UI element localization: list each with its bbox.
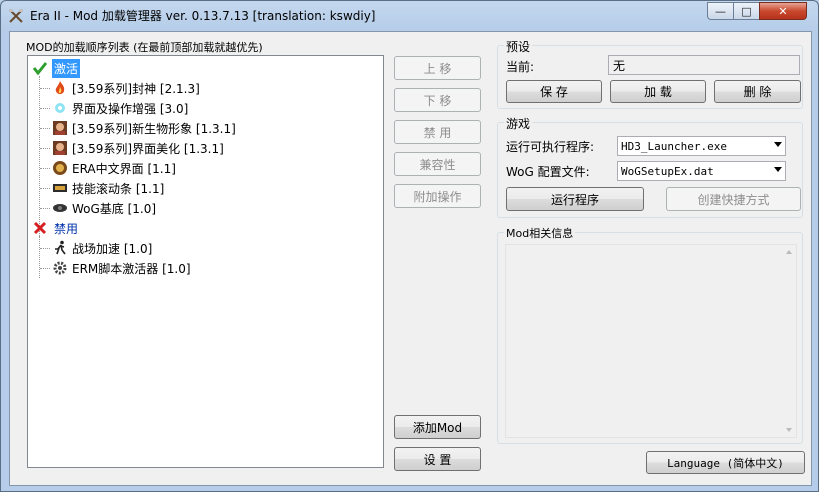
tree-connector <box>40 248 50 249</box>
game-title: 游戏 <box>504 115 533 132</box>
mod-list-item[interactable]: [3.59系列]界面美化 [1.3.1] <box>52 139 224 157</box>
preset-title: 预设 <box>504 38 533 55</box>
gear-icon <box>52 260 68 276</box>
mod-list-item[interactable]: 界面及操作增强 [3.0] <box>52 99 188 117</box>
language-button[interactable]: Language (简体中文) <box>646 451 805 474</box>
shield-icon <box>52 160 68 176</box>
mod-list-item-label: [3.59系列]新生物形象 [1.3.1] <box>72 121 236 136</box>
app-icon <box>9 9 23 23</box>
mod-list-item-label: ERM脚本激活器 [1.0] <box>72 261 191 276</box>
extra-actions-button[interactable]: 附加操作 <box>394 184 481 208</box>
run-program-button[interactable]: 运行程序 <box>506 187 644 211</box>
main-window: Era II - Mod 加载管理器 ver. 0.13.7.13 [trans… <box>0 0 819 492</box>
exe-select[interactable]: HD3_Launcher.exe <box>617 136 786 156</box>
mod-list-item[interactable]: WoG基底 [1.0] <box>52 199 156 217</box>
flame-icon <box>52 80 68 96</box>
mod-list-item[interactable]: 技能滚动条 [1.1] <box>52 179 164 197</box>
mod-list-item[interactable]: ERM脚本激活器 [1.0] <box>52 259 191 277</box>
mod-list-item[interactable]: ERA中文界面 [1.1] <box>52 159 176 177</box>
scroll-up-icon <box>786 250 792 254</box>
mod-list-item[interactable]: [3.59系列]封神 [2.1.3] <box>52 79 200 97</box>
tree-connector <box>40 208 50 209</box>
close-button[interactable]: ✕ <box>759 2 807 20</box>
preset-load-button[interactable]: 加 载 <box>610 80 706 103</box>
client-area: MOD的加载顺序列表 (在最前顶部加载就越优先) 激活 [3.59系列]封神 [… <box>9 31 812 486</box>
info-text-area[interactable] <box>505 244 797 438</box>
tree-connector <box>40 88 50 89</box>
maximize-button[interactable]: □ <box>733 2 760 20</box>
settings-button[interactable]: 设 置 <box>394 447 481 471</box>
mod-list-item-label: 技能滚动条 [1.1] <box>72 181 165 196</box>
title-bar[interactable]: Era II - Mod 加载管理器 ver. 0.13.7.13 [trans… <box>1 1 818 31</box>
tree-connector <box>40 128 50 129</box>
mod-list-item[interactable]: [3.59系列]新生物形象 [1.3.1] <box>52 119 236 137</box>
mod-list-caption: MOD的加载顺序列表 (在最前顶部加载就越优先) <box>26 41 263 54</box>
exe-select-value: HD3_Launcher.exe <box>621 139 727 153</box>
group-active-label: 激活 <box>52 58 81 78</box>
red-x-icon <box>32 220 48 236</box>
mod-list-item-label: 界面及操作增强 [3.0] <box>72 101 189 116</box>
minimize-button[interactable]: — <box>707 2 734 20</box>
group-disabled[interactable]: 禁用 <box>32 219 80 237</box>
tree-connector <box>39 76 40 238</box>
group-disabled-label: 禁用 <box>54 221 79 236</box>
mod-tree[interactable]: 激活 [3.59系列]封神 [2.1.3] 界面及操作增强 [3.0] [3.59系… <box>27 55 384 468</box>
tree-connector <box>39 236 40 278</box>
info-scrollbar[interactable] <box>782 245 796 437</box>
mod-list-item-label: 战场加速 [1.0] <box>72 241 153 256</box>
config-select-value: WoGSetupEx.dat <box>621 164 714 178</box>
create-shortcut-button[interactable]: 创建快捷方式 <box>666 187 801 211</box>
preset-current-value: 无 <box>608 55 800 75</box>
sparkle-icon <box>52 100 68 116</box>
preset-save-button[interactable]: 保 存 <box>506 80 602 103</box>
runner-icon <box>52 240 68 256</box>
mod-list-item-label: [3.59系列]界面美化 [1.3.1] <box>72 141 224 156</box>
config-label: WoG 配置文件: <box>506 165 590 179</box>
info-title: Mod相关信息 <box>504 225 576 241</box>
mod-list-item-label: [3.59系列]封神 [2.1.3] <box>72 81 200 96</box>
preset-current-label: 当前: <box>506 60 535 74</box>
eye-icon <box>52 200 68 216</box>
mod-list-item-label: ERA中文界面 [1.1] <box>72 161 176 176</box>
group-active[interactable]: 激活 <box>32 58 81 78</box>
scroll-icon <box>52 180 68 196</box>
compatibility-button[interactable]: 兼容性 <box>394 152 481 176</box>
tree-connector <box>40 268 50 269</box>
disable-button[interactable]: 禁 用 <box>394 120 481 144</box>
mod-list-item[interactable]: 战场加速 [1.0] <box>52 239 152 257</box>
add-mod-button[interactable]: 添加Mod <box>394 415 481 439</box>
chevron-down-icon <box>774 142 782 147</box>
window-title: Era II - Mod 加载管理器 ver. 0.13.7.13 [trans… <box>30 9 376 23</box>
checkmark-icon <box>32 60 48 76</box>
tree-connector <box>40 168 50 169</box>
mod-list-item-label: WoG基底 [1.0] <box>72 201 157 216</box>
move-down-button[interactable]: 下 移 <box>394 88 481 112</box>
move-up-button[interactable]: 上 移 <box>394 56 481 80</box>
tree-connector <box>40 148 50 149</box>
tree-connector <box>40 188 50 189</box>
exe-label: 运行可执行程序: <box>506 140 595 154</box>
portrait-icon <box>52 120 68 136</box>
scroll-down-icon <box>786 428 792 432</box>
tree-connector <box>40 108 50 109</box>
portrait-icon <box>52 140 68 156</box>
preset-delete-button[interactable]: 删 除 <box>714 80 801 103</box>
config-select[interactable]: WoGSetupEx.dat <box>617 161 786 181</box>
chevron-down-icon <box>774 167 782 172</box>
